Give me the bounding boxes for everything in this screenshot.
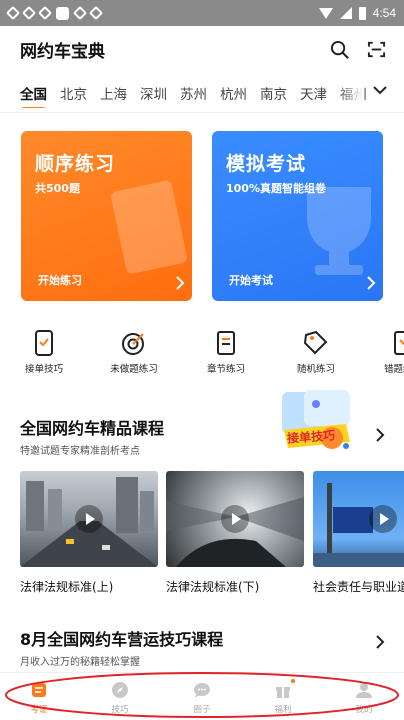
shortcut-error-practice[interactable]: 错题练习 (378, 330, 404, 375)
courses-section-subtitle: 特邀试题专家精准剖析考点 (20, 446, 140, 457)
signal-icon (339, 7, 352, 19)
video-thumbnail[interactable] (313, 471, 404, 567)
notification-icons (5, 5, 104, 21)
tab-shenzhen[interactable]: 深圳 (140, 83, 167, 103)
card-title: 顺序练习 (35, 153, 116, 175)
video-thumbnail[interactable] (166, 471, 304, 567)
wifi-icon (318, 7, 333, 19)
chevron-right-icon (176, 276, 185, 290)
shortcut-random-practice[interactable]: 随机练习 (291, 330, 341, 375)
skills-section-title: 8月全国网约车营运技巧课程 (20, 630, 224, 649)
tab-nanjing[interactable]: 南京 (260, 83, 287, 103)
card-subtitle: 共500题 (35, 182, 80, 195)
video-label[interactable]: 社会责任与职业道德 (313, 578, 404, 595)
video-thumbnail[interactable] (20, 471, 158, 567)
clock: 4:54 (372, 6, 396, 20)
tab-quanguo[interactable]: 全国 (20, 83, 47, 108)
tab-hangzhou[interactable]: 杭州 (220, 83, 247, 103)
notification-app-icon (88, 5, 104, 21)
page-title: 网约车宝典 (20, 41, 105, 62)
order-tips-badge-illustration[interactable] (276, 386, 362, 460)
chevron-right-icon[interactable] (374, 634, 386, 650)
shortcut-order-tips[interactable]: 接单技巧 (22, 330, 66, 375)
search-icon[interactable] (330, 40, 349, 59)
skills-section-subtitle: 月收入过万的秘籍轻松掌握 (20, 657, 140, 668)
tab-beijing[interactable]: 北京 (60, 83, 87, 103)
scan-icon[interactable] (367, 40, 386, 59)
play-icon (221, 505, 249, 533)
tab-tianjin[interactable]: 天津 (300, 83, 327, 103)
battery-icon (358, 6, 366, 20)
notification-square-icon (56, 6, 69, 20)
courses-section-title: 全国网约车精品课程 (20, 419, 165, 438)
start-exam-label: 开始考试 (229, 274, 273, 287)
notification-app-icon (72, 5, 88, 21)
status-bar: 4:54 (0, 0, 404, 26)
notification-app-icon (21, 5, 37, 21)
card-subtitle: 100%真题智能组卷 (226, 182, 326, 195)
badge-text: 接单技巧 (286, 428, 336, 446)
notification-app-icon (5, 5, 21, 21)
tabs-fade (338, 78, 364, 108)
shortcut-chapter-practice[interactable]: 章节练习 (201, 330, 251, 375)
card-title: 模拟考试 (226, 153, 307, 175)
divider (0, 112, 404, 113)
video-label[interactable]: 法律法规标准(上) (20, 578, 113, 595)
error-book-icon (394, 331, 404, 355)
annotation-ellipse (5, 672, 399, 718)
app-header: 网约车宝典 (0, 26, 404, 72)
play-icon (75, 505, 103, 533)
video-label[interactable]: 法律法规标准(下) (166, 578, 259, 595)
tab-shanghai[interactable]: 上海 (100, 83, 127, 103)
document-icon (217, 331, 235, 355)
phone-icon (35, 330, 53, 356)
target-icon (122, 333, 144, 355)
paper-illustration-icon (111, 180, 187, 274)
play-icon (369, 505, 397, 533)
start-practice-label: 开始练习 (38, 274, 82, 287)
tag-icon (303, 330, 328, 355)
chevron-right-icon[interactable] (374, 427, 386, 443)
chevron-down-icon[interactable] (372, 84, 388, 96)
sequential-practice-card[interactable]: 顺序练习 共500题 开始练习 (21, 131, 192, 301)
chevron-right-icon (367, 276, 376, 290)
notification-app-icon (37, 5, 53, 21)
shortcut-undone-practice[interactable]: 未做题练习 (104, 330, 164, 375)
mock-exam-card[interactable]: 模拟考试 100%真题智能组卷 开始考试 (212, 131, 383, 301)
tab-suzhou[interactable]: 苏州 (180, 83, 207, 103)
shortcut-row: 接单技巧 未做题练习 章节练习 随机练习 错题练习 (0, 330, 404, 380)
